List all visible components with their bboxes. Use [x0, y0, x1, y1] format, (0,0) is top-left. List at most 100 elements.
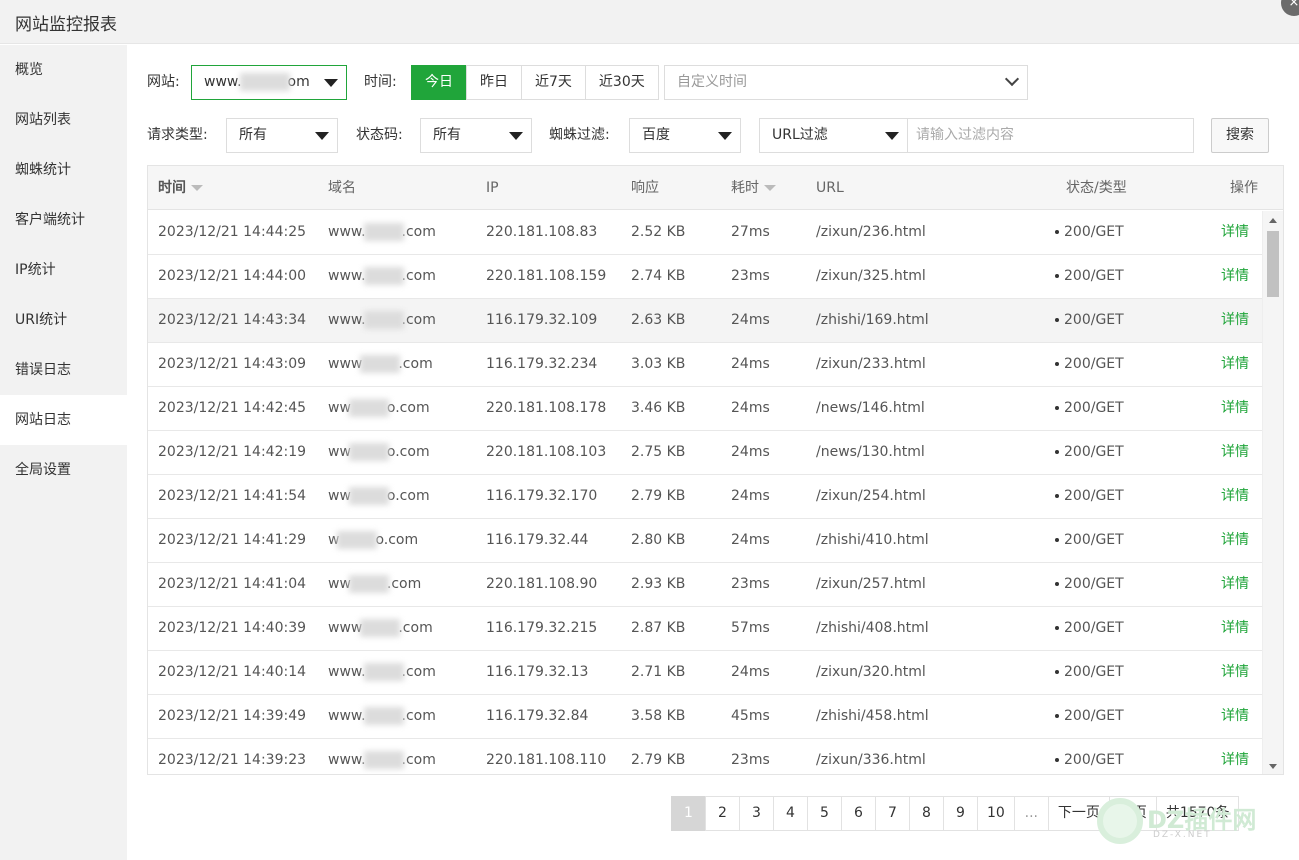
- redacted-blur: [363, 223, 404, 241]
- details-link[interactable]: 详情: [1221, 519, 1249, 562]
- watermark-subtext: DZ-X.NET: [1153, 830, 1212, 840]
- cell-domain-suffix: .com: [401, 224, 436, 240]
- sidebar-item[interactable]: 蜘蛛统计: [0, 145, 127, 195]
- custom-time-placeholder: 自定义时间: [677, 74, 747, 90]
- details-link[interactable]: 详情: [1221, 431, 1249, 474]
- time-button[interactable]: 近30天: [584, 65, 659, 100]
- page-button[interactable]: 8: [909, 796, 944, 831]
- page-button[interactable]: 7: [875, 796, 910, 831]
- cell-domain-prefix: www: [328, 356, 363, 372]
- th-duration[interactable]: 耗时: [731, 166, 776, 210]
- status-text: 200/GET: [1064, 532, 1124, 548]
- cell-duration: 23ms: [731, 752, 770, 768]
- cell-domain: www. .com: [328, 299, 436, 342]
- caret-down-icon: [509, 132, 523, 140]
- redacted-blur: [363, 311, 404, 329]
- status-text: 200/GET: [1064, 268, 1124, 284]
- page-button[interactable]: 4: [773, 796, 808, 831]
- page-button[interactable]: 1: [671, 796, 706, 831]
- time-button[interactable]: 近7天: [521, 65, 586, 100]
- cell-ip: 116.179.32.44: [486, 532, 589, 548]
- scroll-thumb[interactable]: [1267, 231, 1279, 297]
- url-filter-select[interactable]: URL过滤: [759, 118, 908, 153]
- cell-domain-prefix: www.: [328, 664, 366, 680]
- sidebar-item[interactable]: 概览: [0, 45, 127, 95]
- details-link[interactable]: 详情: [1221, 563, 1249, 606]
- table-scrollbar[interactable]: [1262, 211, 1283, 774]
- cell-status: 200/GET: [1055, 651, 1124, 694]
- details-link[interactable]: 详情: [1221, 475, 1249, 518]
- redacted-blur: [360, 355, 401, 373]
- page-button[interactable]: 2: [705, 796, 740, 831]
- custom-time-select[interactable]: 自定义时间: [664, 65, 1028, 100]
- details-link[interactable]: 详情: [1221, 343, 1249, 386]
- table-row: 2023/12/21 14:44:25 www. .com 220.181.108.8…: [148, 211, 1263, 255]
- cell-url: /zixun/254.html: [816, 488, 926, 504]
- cell-url: /news/146.html: [816, 400, 925, 416]
- page-button[interactable]: 6: [841, 796, 876, 831]
- cell-url: /zhishi/408.html: [816, 620, 929, 636]
- sidebar-item[interactable]: IP统计: [0, 245, 127, 295]
- redacted-blur: [348, 399, 389, 417]
- th-time-label: 时间: [158, 180, 186, 196]
- cell-ip: 220.181.108.178: [486, 400, 607, 416]
- details-link[interactable]: 详情: [1221, 211, 1249, 254]
- cell-duration: 23ms: [731, 576, 770, 592]
- table-row: 2023/12/21 14:39:23 www. .com 220.181.108.1…: [148, 739, 1263, 774]
- details-link[interactable]: 详情: [1221, 255, 1249, 298]
- site-select[interactable]: www. om: [191, 65, 347, 100]
- request-type-value: 所有: [239, 127, 267, 143]
- sidebar-item[interactable]: 客户端统计: [0, 195, 127, 245]
- scroll-down-icon[interactable]: [1269, 764, 1277, 769]
- details-link[interactable]: 详情: [1221, 299, 1249, 342]
- time-button[interactable]: 昨日: [466, 65, 522, 100]
- cell-url: /zixun/233.html: [816, 356, 926, 372]
- cell-ip: 116.179.32.13: [486, 664, 589, 680]
- status-text: 200/GET: [1064, 356, 1124, 372]
- page-button[interactable]: 5: [807, 796, 842, 831]
- details-link[interactable]: 详情: [1221, 739, 1249, 774]
- cell-duration: 24ms: [731, 400, 770, 416]
- cell-response: 2.79 KB: [631, 752, 686, 768]
- cell-duration: 24ms: [731, 532, 770, 548]
- table-row: 2023/12/21 14:43:09 www .com 116.179.32.234…: [148, 343, 1263, 387]
- sidebar-item[interactable]: 错误日志: [0, 345, 127, 395]
- sidebar-item[interactable]: 全局设置: [0, 445, 127, 495]
- cell-duration: 57ms: [731, 620, 770, 636]
- table-row: 2023/12/21 14:39:49 www. .com 116.179.32.84…: [148, 695, 1263, 739]
- close-icon[interactable]: ×: [1281, 0, 1299, 16]
- cell-status: 200/GET: [1055, 607, 1124, 650]
- table-row: 2023/12/21 14:40:39 www .com 116.179.32.215…: [148, 607, 1263, 651]
- th-time[interactable]: 时间: [158, 166, 203, 210]
- scroll-up-icon[interactable]: [1269, 218, 1277, 223]
- cell-duration: 24ms: [731, 488, 770, 504]
- cell-ip: 116.179.32.170: [486, 488, 598, 504]
- sidebar-item[interactable]: 网站日志: [0, 395, 127, 445]
- details-link[interactable]: 详情: [1221, 695, 1249, 738]
- redacted-blur: [239, 73, 290, 91]
- page-button[interactable]: 9: [943, 796, 978, 831]
- status-code-select[interactable]: 所有: [420, 118, 532, 153]
- request-type-select[interactable]: 所有: [226, 118, 338, 153]
- details-link[interactable]: 详情: [1221, 607, 1249, 650]
- cell-domain-prefix: ww: [328, 576, 351, 592]
- filter-input[interactable]: 请输入过滤内容: [907, 118, 1194, 153]
- cell-domain-suffix: .com: [398, 620, 433, 636]
- details-link[interactable]: 详情: [1221, 651, 1249, 694]
- cell-domain-prefix: ww: [328, 400, 351, 416]
- search-button[interactable]: 搜索: [1211, 118, 1269, 153]
- table-header: 时间 域名 IP 响应 耗时 URL 状态/类型 操作: [148, 166, 1283, 210]
- details-link[interactable]: 详情: [1221, 387, 1249, 430]
- cell-domain: ww o.com: [328, 431, 430, 474]
- cell-domain: www. .com: [328, 695, 436, 738]
- page-button[interactable]: 3: [739, 796, 774, 831]
- spider-filter-select[interactable]: 百度: [629, 118, 741, 153]
- watermark-circle-icon: [1097, 798, 1143, 844]
- cell-duration: 24ms: [731, 444, 770, 460]
- time-button[interactable]: 今日: [411, 65, 467, 100]
- page-button[interactable]: 10: [977, 796, 1015, 831]
- sidebar-item[interactable]: URI统计: [0, 295, 127, 345]
- cell-domain-suffix: .com: [386, 576, 422, 592]
- th-status: 状态/类型: [1066, 180, 1127, 196]
- sidebar-item[interactable]: 网站列表: [0, 95, 127, 145]
